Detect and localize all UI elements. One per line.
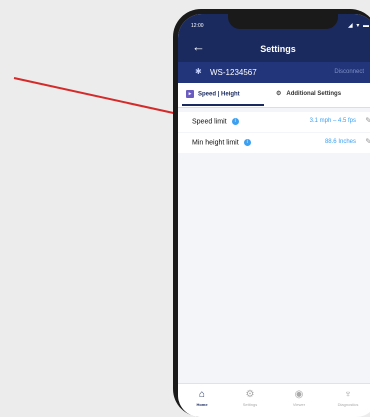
tab-additional-settings[interactable]: ⚙ Additional Settings — [276, 90, 341, 97]
bluetooth-icon: ✱ — [195, 67, 202, 76]
page-title: Settings — [260, 44, 296, 54]
device-name: WS-1234567 — [210, 68, 257, 77]
gear-icon: ⚙ — [276, 91, 282, 97]
setting-value: 3.1 mph – 4.5 fps — [309, 118, 356, 124]
info-icon[interactable]: i — [231, 118, 239, 125]
nav-label: Settings — [242, 402, 258, 407]
nav-label: Home — [196, 402, 208, 407]
tab-label: Speed | Height — [198, 91, 240, 98]
setting-label: Min height limit i — [192, 139, 251, 146]
nav-label: Diagnostics — [337, 402, 359, 407]
info-icon[interactable]: i — [243, 139, 251, 146]
setting-row-speed-limit[interactable]: Speed limit i 3.1 mph – 4.5 fps ✎ — [178, 112, 370, 132]
bottom-nav: ⌂ Home ⚙ Settings ◉ Viewer ♆ Diagnostics — [178, 383, 370, 417]
tab-speed-height[interactable]: ▸ Speed | Height — [186, 90, 240, 98]
tab-bar: ▸ Speed | Height ⚙ Additional Settings — [178, 83, 370, 108]
status-indicators-icon: ◢ ▾ ▬ — [348, 23, 370, 29]
nav-label: Viewer — [292, 402, 306, 407]
setting-value: 88.6 Inches — [324, 139, 356, 145]
nav-home[interactable]: ⌂ Home — [182, 389, 222, 407]
pencil-icon[interactable]: ✎ — [365, 116, 370, 125]
eye-icon: ◉ — [294, 389, 304, 400]
home-icon: ⌂ — [198, 389, 206, 400]
tab-label: Additional Settings — [286, 91, 342, 97]
gear-icon: ⚙ — [245, 389, 255, 400]
app-screen: 12:00 ◢ ▾ ▬ ← Settings ✱ WS-1234567 Disc… — [178, 14, 370, 417]
setting-row-min-height-limit[interactable]: Min height limit i 88.6 Inches ✎ — [178, 133, 370, 153]
speed-height-icon: ▸ — [186, 90, 194, 98]
app-header: ← Settings — [178, 36, 370, 62]
phone-notch — [228, 14, 338, 29]
stethoscope-icon: ♆ — [344, 389, 352, 400]
disconnect-button[interactable]: Disconnect — [334, 69, 364, 75]
nav-settings[interactable]: ⚙ Settings — [230, 389, 270, 407]
pencil-icon[interactable]: ✎ — [365, 137, 370, 146]
phone-frame: 12:00 ◢ ▾ ▬ ← Settings ✱ WS-1234567 Disc… — [173, 9, 370, 417]
active-tab-indicator — [182, 104, 264, 106]
setting-label-text: Speed limit — [192, 118, 227, 126]
nav-viewer[interactable]: ◉ Viewer — [279, 389, 319, 407]
nav-diagnostics[interactable]: ♆ Diagnostics — [328, 389, 368, 407]
setting-label: Speed limit i — [192, 118, 239, 125]
status-time: 12:00 — [191, 23, 204, 29]
device-bar: ✱ WS-1234567 Disconnect — [178, 62, 370, 83]
setting-label-text: Min height limit — [192, 139, 239, 147]
